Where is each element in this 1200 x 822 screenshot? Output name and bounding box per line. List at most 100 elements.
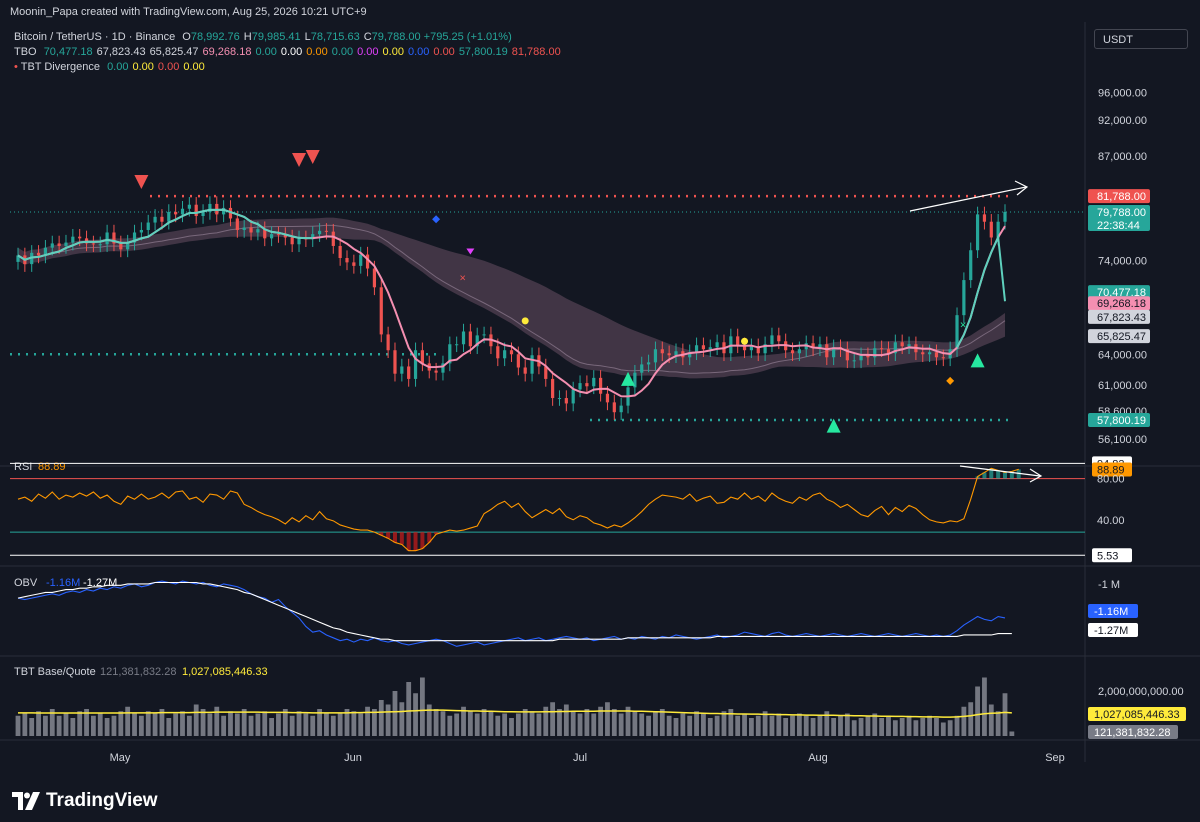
candle-body	[825, 344, 829, 358]
volume-bar	[118, 711, 124, 736]
volume-bar	[851, 720, 857, 736]
volume-bar	[474, 713, 480, 736]
candle-body	[482, 334, 486, 336]
volume-bar	[63, 713, 69, 736]
candle-body	[455, 344, 459, 346]
candle-body	[612, 402, 616, 413]
price-axis-tick: 87,000.00	[1098, 151, 1147, 163]
candle-body	[564, 398, 568, 404]
candle-body	[646, 362, 651, 365]
volume-bar	[865, 715, 871, 736]
candle-body	[585, 383, 589, 387]
volume-bar	[954, 715, 960, 736]
candle-body	[982, 214, 987, 222]
volume-bar	[844, 713, 850, 736]
candle-body	[701, 345, 706, 350]
price-label-text: 69,268.18	[1097, 298, 1146, 310]
tradingview-logo[interactable]: TradingView	[12, 786, 158, 816]
volume-bar	[351, 711, 357, 736]
volume-bar	[872, 713, 878, 736]
volume-bar	[653, 711, 658, 736]
volume-bar	[742, 713, 747, 736]
obv-value: -1.16M	[46, 577, 80, 589]
candle-body	[667, 353, 671, 356]
candle-body	[907, 344, 911, 347]
candle-body	[413, 350, 418, 379]
candle-body	[400, 366, 404, 374]
candle-body	[180, 208, 185, 215]
volume-bar	[214, 706, 220, 736]
volume-bar	[1002, 693, 1008, 736]
obv-title: OBV	[14, 577, 38, 589]
candle-body	[770, 335, 774, 345]
candle-body	[975, 214, 980, 251]
candle-body	[571, 389, 575, 404]
volume-bar	[502, 713, 508, 736]
tradingview-logo-text: TradingView	[46, 790, 158, 811]
candle-body	[420, 350, 424, 364]
volume-bar	[413, 693, 418, 736]
volume-bar	[228, 711, 233, 736]
volume-bar	[632, 711, 638, 736]
candle-body	[98, 244, 102, 246]
volume-bar	[43, 715, 48, 736]
volume-bar	[145, 711, 151, 736]
volume-bar	[659, 709, 665, 736]
volume-bar	[173, 713, 179, 736]
volume-bar	[748, 718, 754, 736]
volume-bar	[392, 691, 398, 736]
volume-axis-label-text: 121,381,832.28	[1094, 727, 1170, 739]
price-label-text: 67,823.43	[1097, 312, 1146, 324]
volume-bar	[982, 677, 987, 736]
price-axis-tick: 61,000.00	[1098, 380, 1147, 392]
candle-body	[187, 204, 191, 209]
volume-bar	[241, 709, 247, 736]
candle-body	[934, 352, 939, 358]
volume-bar	[262, 711, 268, 736]
rsi-value: 88.89	[38, 461, 66, 473]
volume-bar	[1009, 731, 1015, 736]
candle-body	[1003, 211, 1007, 222]
candle-body	[797, 349, 801, 354]
countdown-text: 22:38:44	[1097, 220, 1140, 232]
chart-credit: Moonin_Papa created with TradingView.com…	[10, 6, 367, 18]
volume-value: 121,381,832.28	[100, 666, 176, 678]
volume-bar	[186, 715, 192, 736]
candle-body	[297, 238, 301, 245]
volume-bar	[550, 702, 556, 736]
volume-bar	[276, 713, 281, 736]
cross-signal-icon: ×	[460, 272, 466, 284]
candle-body	[359, 254, 363, 266]
volume-bar	[783, 718, 789, 736]
volume-bar	[701, 713, 706, 736]
volume-bar	[132, 713, 137, 736]
volume-axis-tick: 2,000,000,000.00	[1098, 686, 1184, 698]
volume-bar	[611, 709, 617, 736]
volume-bar	[447, 715, 453, 736]
obv-ma-axis-label-text: -1.27M	[1094, 625, 1128, 637]
volume-ma-axis-label-text: 1,027,085,446.33	[1094, 709, 1180, 721]
volume-bar	[673, 718, 679, 736]
candle-body	[379, 287, 383, 335]
rsi-line	[17, 467, 1019, 552]
volume-bar	[618, 713, 624, 736]
volume-bar	[358, 713, 364, 736]
chart-canvas[interactable]: 96,000.00 92,000.00 87,000.00 74,000.00 64,0…	[0, 22, 1200, 774]
diamond-signal-icon	[432, 215, 441, 224]
candle-body	[50, 243, 54, 248]
volume-bar	[310, 715, 316, 736]
price-label-text: 65,825.47	[1097, 331, 1146, 343]
volume-bar	[968, 702, 974, 736]
time-axis-tick: May	[110, 752, 131, 764]
candle-body	[777, 335, 781, 342]
candle-body	[551, 378, 555, 399]
candle-body	[530, 355, 534, 374]
obv-axis-label-text: -1.16M	[1094, 606, 1128, 618]
volume-bar	[234, 713, 240, 736]
volume-bar	[90, 715, 96, 736]
volume-bar	[961, 706, 967, 736]
price-axis-tick: 96,000.00	[1098, 88, 1147, 100]
candle-body	[256, 229, 260, 233]
rsi-axis-tick: 40.00	[1097, 515, 1125, 527]
candle-body	[338, 245, 342, 259]
